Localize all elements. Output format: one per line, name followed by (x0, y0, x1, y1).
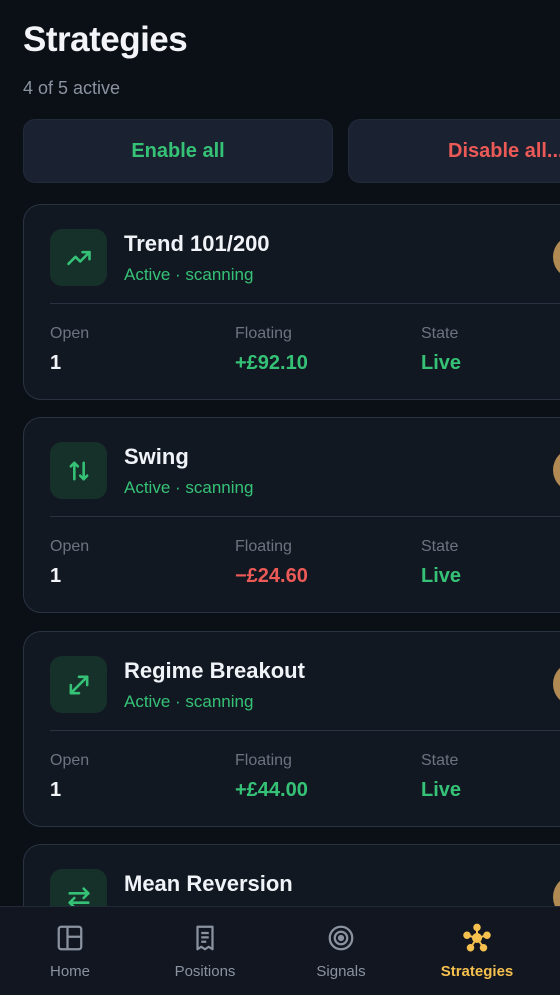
state-label: State (421, 325, 459, 342)
card-divider (50, 516, 560, 517)
state-value: Live (421, 779, 462, 801)
strategy-card-trend[interactable]: Trend 101/200 Active · scanning Open 1 F… (23, 204, 560, 400)
strategies-screen: Strategies 4 of 5 active Enable all Disa… (0, 0, 560, 995)
floating-label: Floating (235, 325, 292, 342)
strategy-name: Mean Reversion (124, 871, 293, 896)
tab-signals[interactable]: Signals (271, 907, 411, 995)
card-divider (50, 730, 560, 731)
floating-value: +£92.10 (235, 352, 308, 374)
enable-all-button[interactable]: Enable all (23, 119, 333, 183)
trending-up-icon (50, 229, 107, 286)
strategy-status: Active · scanning (124, 692, 254, 711)
open-label: Open (50, 325, 90, 342)
floating-label: Floating (235, 538, 292, 555)
hub-icon (463, 923, 491, 952)
tab-positions[interactable]: Positions (135, 907, 275, 995)
strategy-name: Swing (124, 444, 189, 469)
tab-label: Strategies (440, 963, 514, 980)
state-label: State (421, 538, 459, 555)
floating-value: +£44.00 (235, 779, 308, 801)
header: Strategies 4 of 5 active (23, 20, 188, 99)
floating-value: −£24.60 (235, 565, 308, 587)
open-label: Open (50, 752, 90, 769)
tab-strategies[interactable]: Strategies (407, 907, 547, 995)
strategy-toggle[interactable] (553, 448, 560, 492)
tab-label: Home (49, 963, 90, 980)
open-value: 1 (50, 565, 62, 587)
active-count: 4 of 5 active (23, 78, 121, 98)
strategy-card-swing[interactable]: Swing Active · scanning Open 1 Floating … (23, 417, 560, 613)
tab-home[interactable]: Home (0, 907, 140, 995)
state-value: Live (421, 565, 462, 587)
strategy-name: Trend 101/200 (124, 231, 270, 256)
floating-label: Floating (235, 752, 292, 769)
strategy-card-regime-breakout[interactable]: Regime Breakout Active · scanning Open 1… (23, 631, 560, 827)
state-value: Live (421, 352, 462, 374)
radar-icon (328, 925, 354, 951)
open-label: Open (50, 538, 90, 555)
expand-diagonal-icon (50, 656, 107, 713)
strategy-toggle[interactable] (553, 235, 560, 279)
open-value: 1 (50, 352, 62, 374)
tab-label: Signals (316, 963, 366, 980)
page-title: Strategies (23, 20, 188, 59)
card-divider (50, 303, 560, 304)
strategy-toggle[interactable] (553, 662, 560, 706)
dashboard-icon (57, 925, 83, 951)
tab-label: Positions (174, 963, 236, 980)
strategy-status: Active · scanning (124, 265, 254, 284)
strategy-status: Active · scanning (124, 478, 254, 497)
disable-all-button[interactable]: Disable all... (348, 119, 560, 183)
bulk-actions: Enable all Disable all... (23, 119, 560, 183)
receipt-icon (196, 925, 214, 951)
swap-vertical-icon (50, 442, 107, 499)
state-label: State (421, 752, 459, 769)
bottom-tab-bar: Home Positions Signals Strategies (0, 906, 560, 995)
open-value: 1 (50, 779, 62, 801)
strategy-name: Regime Breakout (124, 658, 305, 683)
